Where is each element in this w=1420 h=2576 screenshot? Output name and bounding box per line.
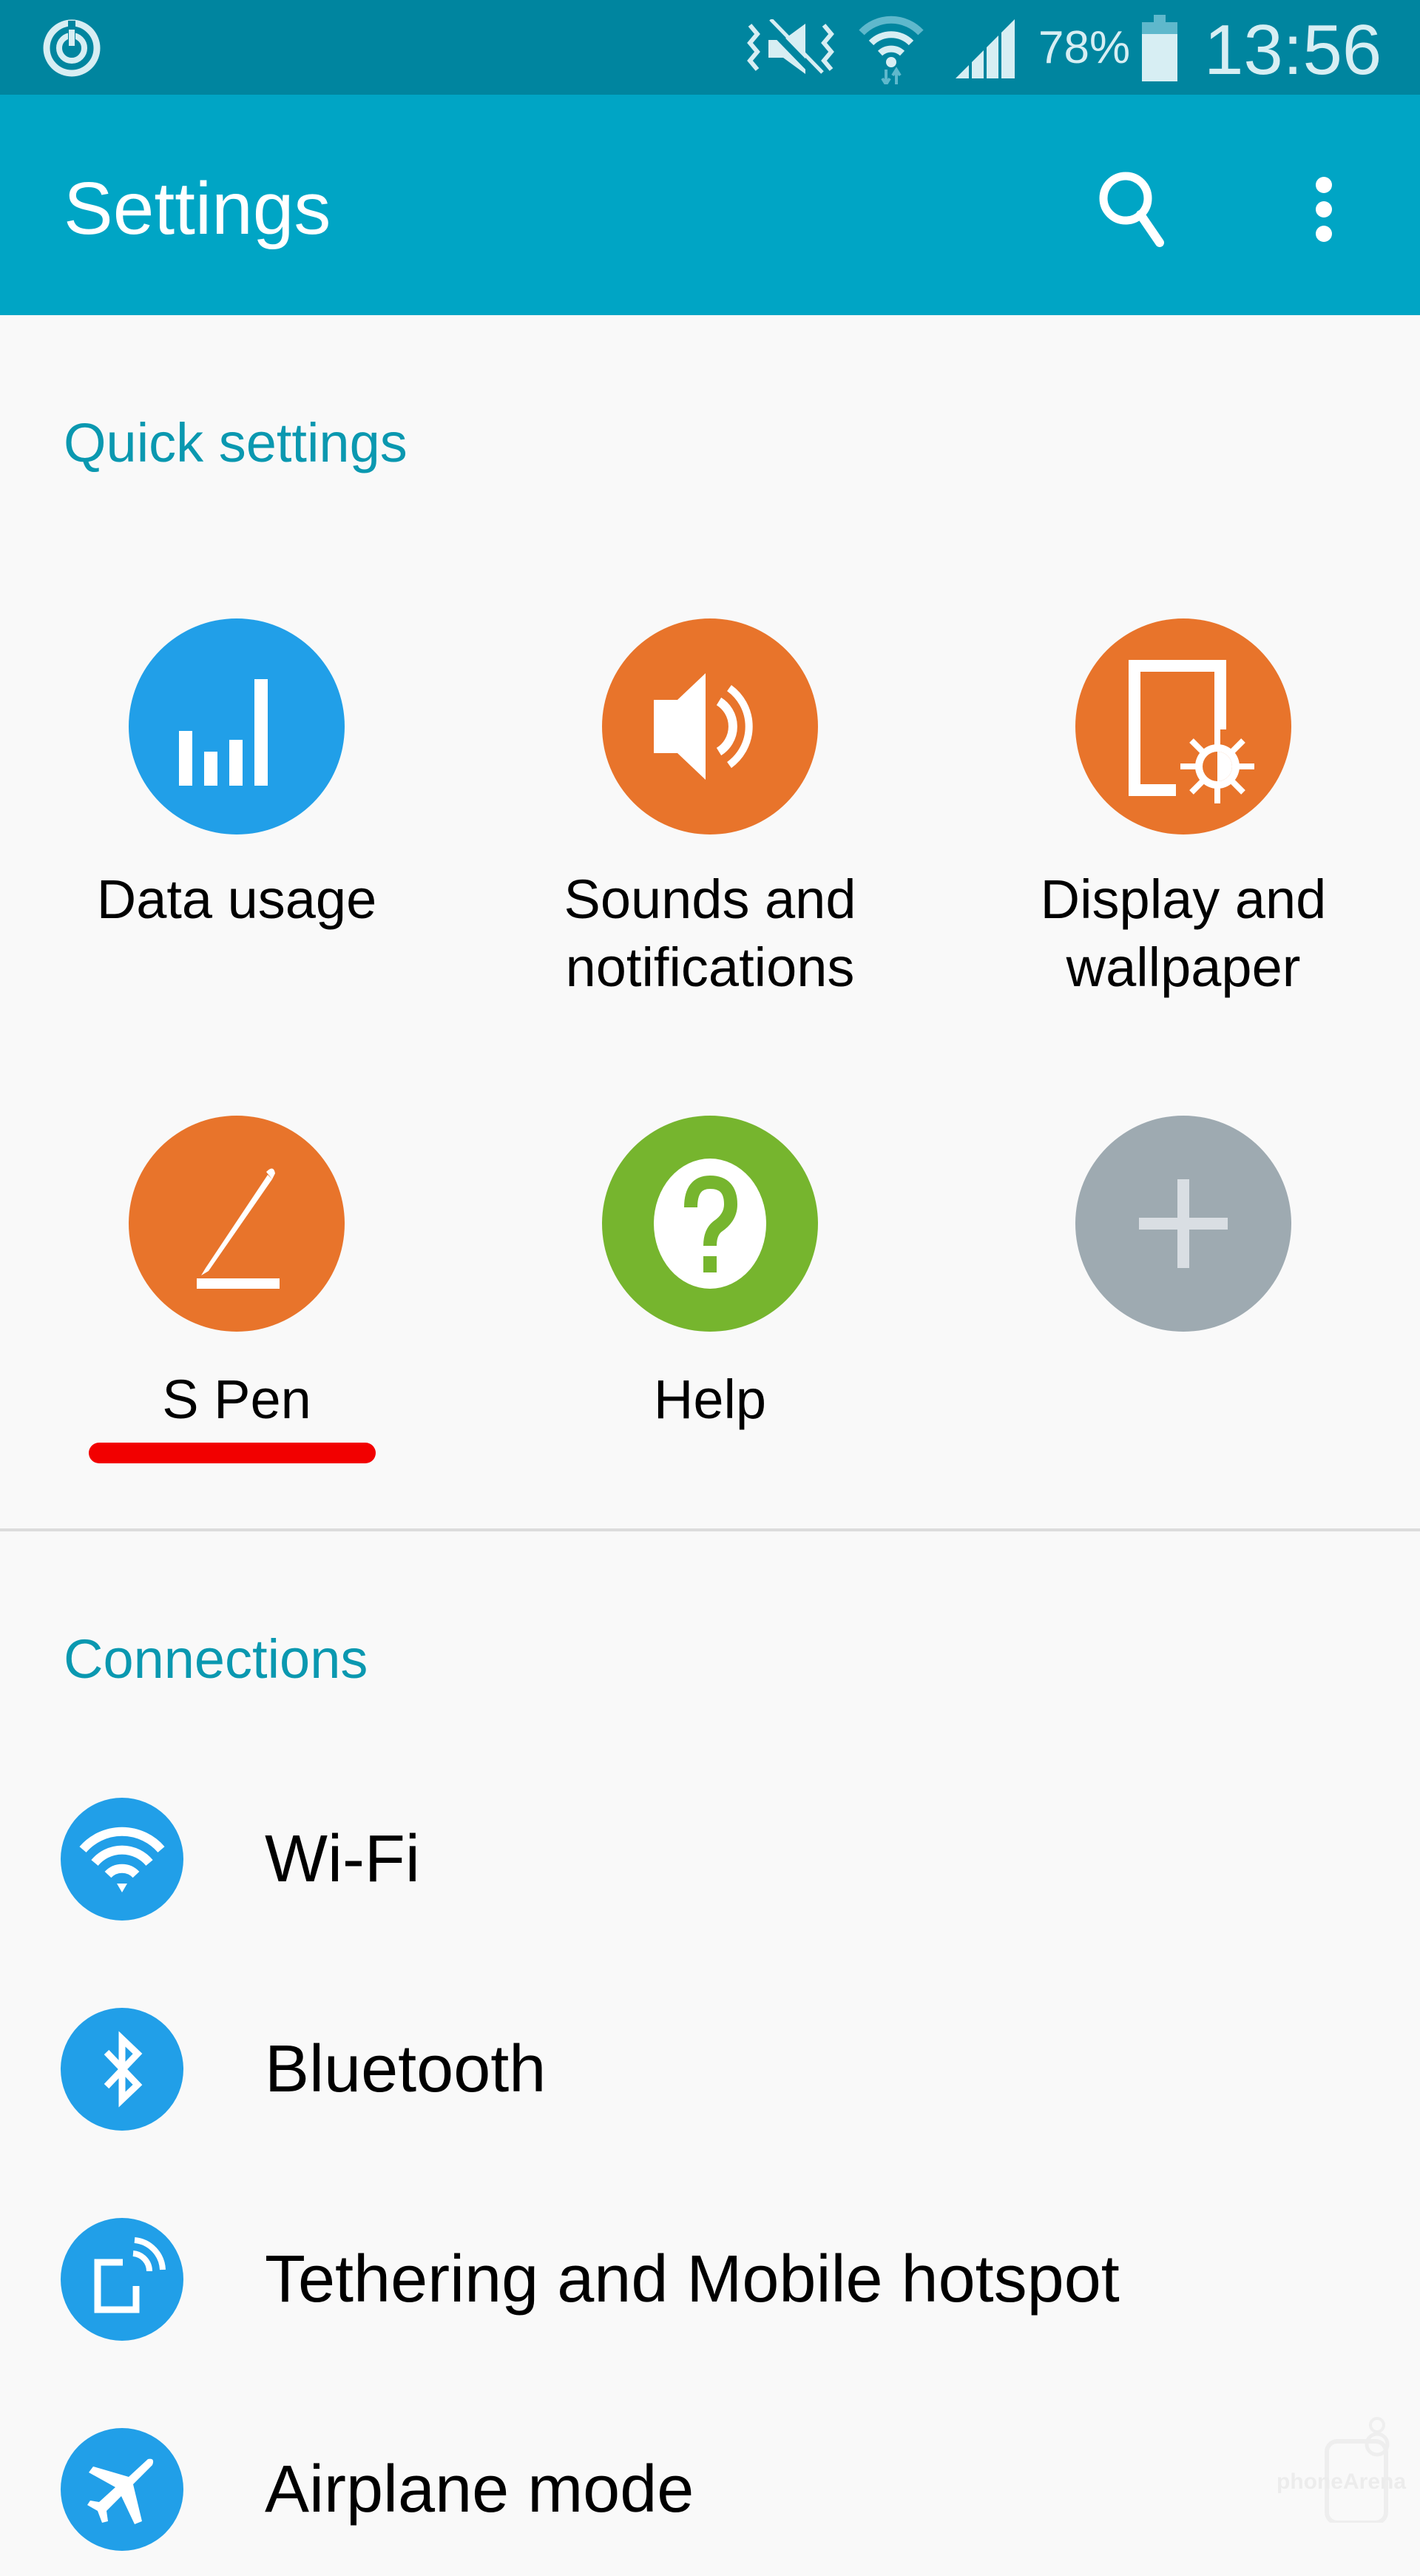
- vibrate-mute-icon: [743, 19, 839, 78]
- wifi-signal-icon: [858, 10, 924, 84]
- section-header-quick-settings: Quick settings: [64, 412, 408, 473]
- quick-setting-data-usage[interactable]: Data usage: [15, 614, 459, 1028]
- data-usage-icon: [129, 618, 345, 834]
- quick-setting-sounds-and-notifications[interactable]: Sounds and notifications: [488, 614, 932, 1028]
- list-item-label: Wi-Fi: [265, 1822, 420, 1896]
- battery-icon: [1139, 15, 1180, 83]
- quick-setting-label: S Pen: [162, 1369, 311, 1430]
- list-item-label: Airplane mode: [265, 2452, 694, 2526]
- section-divider: [0, 1528, 1420, 1531]
- quick-setting-label-line2: wallpaper: [1066, 937, 1301, 998]
- list-item-label: Bluetooth: [265, 2032, 547, 2106]
- highlight-underline: [89, 1443, 376, 1463]
- list-item-tethering-and-mobile-hotspot[interactable]: Tethering and Mobile hotspot: [0, 2196, 1420, 2366]
- more-options-icon: [1316, 177, 1332, 242]
- wifi-icon: [61, 1798, 183, 1921]
- help-icon: [602, 1116, 818, 1332]
- clock: 13:56: [1204, 10, 1382, 90]
- list-item-label: Tethering and Mobile hotspot: [265, 2242, 1120, 2316]
- list-item-airplane-mode[interactable]: Airplane mode: [0, 2406, 1420, 2576]
- cell-signal-icon: [954, 18, 1016, 80]
- quick-setting-display-and-wallpaper[interactable]: Display and wallpaper: [961, 614, 1405, 1028]
- quick-setting-add[interactable]: [961, 1110, 1405, 1346]
- battery-percent: 78%: [1038, 22, 1131, 73]
- display-brightness-icon: [1075, 618, 1291, 834]
- status-bar: 78% 13:56: [0, 0, 1420, 95]
- search-icon: [1099, 172, 1164, 247]
- quick-setting-s-pen[interactable]: S Pen: [15, 1110, 459, 1450]
- pen-icon: [129, 1116, 345, 1332]
- app-bar: Settings: [0, 95, 1420, 315]
- section-header-connections: Connections: [64, 1628, 368, 1690]
- page-title: Settings: [64, 167, 331, 250]
- list-item-wifi[interactable]: Wi-Fi: [0, 1776, 1420, 1946]
- airplane-icon: [61, 2428, 183, 2551]
- quick-setting-label-line1: Sounds and: [564, 869, 856, 930]
- list-item-bluetooth[interactable]: Bluetooth: [0, 1986, 1420, 2156]
- quick-setting-label: Data usage: [96, 869, 377, 930]
- speaker-icon: [602, 618, 818, 834]
- quick-setting-help[interactable]: Help: [488, 1110, 932, 1450]
- quick-setting-label: Help: [653, 1369, 767, 1430]
- watermark-logo: phoneArena: [1272, 2404, 1407, 2523]
- watermark-text: phoneArena: [1277, 2469, 1407, 2494]
- bluetooth-icon: [61, 2008, 183, 2131]
- quick-setting-label-line2: notifications: [565, 937, 855, 998]
- sync-icon: [38, 15, 105, 81]
- add-icon: [1075, 1116, 1291, 1332]
- more-options-button[interactable]: [1302, 169, 1346, 250]
- quick-setting-label-line1: Display and: [1040, 869, 1327, 930]
- hotspot-icon: [61, 2218, 183, 2341]
- search-button[interactable]: [1089, 166, 1177, 254]
